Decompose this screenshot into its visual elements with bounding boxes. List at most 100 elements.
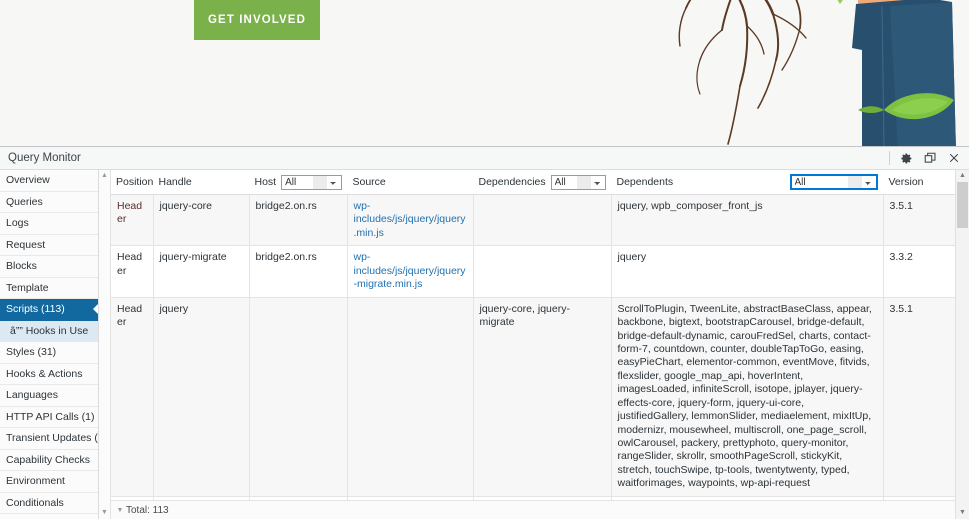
cell-version: 3.5.1 [883, 297, 955, 497]
column-header-position[interactable]: Position [111, 170, 154, 195]
panel-titlebar: Query Monitor [0, 147, 969, 170]
cell-dependents: jquery, wpb_composer_front_js [611, 194, 884, 247]
sidebar-item-conditionals[interactable]: Conditionals [0, 493, 98, 514]
cell-handle: jquery [153, 297, 250, 497]
dependents-filter-select[interactable]: All [789, 174, 878, 190]
column-header-dependents[interactable]: Dependents All [611, 170, 884, 195]
sidebar-item-scripts[interactable]: Scripts (113) [0, 299, 98, 321]
vertical-scrollbar[interactable]: ▲ ▼ [955, 170, 969, 519]
cell-dependents: ScrollToPlugin, TweenLite, abstractBaseC… [611, 297, 884, 497]
cell-version: 3.5.1 [883, 194, 955, 247]
sidebar-item-transient-updates[interactable]: Transient Updates (1) [0, 428, 98, 450]
scrollbar-thumb[interactable] [957, 182, 968, 228]
cell-host [249, 297, 348, 497]
sidebar-item-label: Hooks & Actions [6, 367, 83, 380]
scroll-down-icon[interactable]: ▼ [101, 509, 108, 517]
popout-icon[interactable] [919, 148, 941, 168]
cell-position: Header [111, 496, 154, 500]
sidebar-item-languages[interactable]: Languages [0, 385, 98, 407]
sidebar-item-label: Conditionals [6, 496, 64, 509]
column-label: Dependents [616, 176, 674, 188]
cell-handle: jquery-migrate [153, 245, 250, 298]
total-count-label: Total: 113 [126, 504, 169, 516]
cell-handle: query-monitor [153, 496, 250, 500]
table-row[interactable]: Header jquery-core bridge2.on.rs wp-incl… [111, 194, 955, 247]
column-header-source[interactable]: Source [347, 170, 474, 195]
table-scroll-area: Position Handle Host All Source Dependen… [111, 170, 955, 500]
column-header-host[interactable]: Host All [249, 170, 348, 195]
query-monitor-panel: Query Monitor Overview Queries Logs Requ… [0, 146, 969, 519]
sidebar-item-http-api-calls[interactable]: HTTP API Calls (1) [0, 407, 98, 428]
sidebar-item-logs[interactable]: Logs [0, 213, 98, 235]
cell-dependents [611, 496, 884, 500]
cell-host: bridge2.on.rs [249, 496, 348, 500]
column-header-handle[interactable]: Handle [153, 170, 250, 195]
cell-position: Header [111, 245, 154, 298]
source-link[interactable]: wp-includes/js/jquery/jquery-migrate.min… [354, 251, 466, 290]
sidebar-item-environment[interactable]: Environment [0, 471, 98, 493]
sidebar-item-overview[interactable]: Overview [0, 170, 98, 192]
cell-handle: jquery-core [153, 194, 250, 247]
cell-position: Header [111, 297, 154, 497]
sidebar-item-queries[interactable]: Queries [0, 192, 98, 213]
cell-dependencies [473, 245, 612, 298]
cell-version: 3.3.2 [883, 245, 955, 298]
scripts-table-pane: Position Handle Host All Source Dependen… [111, 170, 955, 519]
table-row[interactable]: Header query-monitor bridge2.on.rs wp-co… [111, 496, 955, 500]
table-row[interactable]: Header jquery-migrate bridge2.on.rs wp-i… [111, 245, 955, 298]
sidebar-item-request[interactable]: Request [0, 235, 98, 256]
left-scroll-rail[interactable]: ▲ ▼ [99, 170, 111, 519]
column-header-dependencies[interactable]: Dependencies All [473, 170, 612, 195]
scripts-table: Position Handle Host All Source Dependen… [111, 170, 955, 500]
table-header-row: Position Handle Host All Source Dependen… [111, 170, 955, 195]
close-icon[interactable] [943, 148, 965, 168]
sidebar-item-label: Transient Updates (1) [6, 432, 99, 444]
panel-title: Query Monitor [8, 152, 81, 164]
cell-source: wp-includes/js/jquery/jquery-migrate.min… [347, 245, 474, 298]
sidebar-item-hooks-in-use[interactable]: â”” Hooks in Use [0, 320, 98, 342]
panel-sidebar: Overview Queries Logs Request Blocks Tem… [0, 170, 99, 519]
dependencies-filter-select[interactable]: All [550, 174, 606, 190]
settings-icon[interactable] [895, 148, 917, 168]
status-collapse-icon[interactable]: ▼ [114, 507, 126, 514]
source-link[interactable]: wp-includes/js/jquery/jquery.min.js [354, 200, 466, 239]
website-background: GET INVOLVED [0, 0, 969, 146]
panel-toolbar [886, 147, 965, 169]
column-label: Host [254, 176, 277, 188]
get-involved-button[interactable]: GET INVOLVED [194, 0, 320, 40]
scroll-up-icon[interactable]: ▲ [101, 172, 108, 180]
cell-dependents: jquery [611, 245, 884, 298]
scroll-up-icon[interactable]: ▲ [959, 170, 966, 182]
column-label: Source [352, 176, 386, 188]
plant-roots-illustration [678, 0, 956, 146]
screen: GET INVOLVED Query Monitor Overview Quer… [0, 0, 969, 519]
sidebar-item-label: Request [6, 238, 46, 251]
table-body: Header jquery-core bridge2.on.rs wp-incl… [111, 194, 955, 500]
sidebar-item-hooks-and-actions[interactable]: Hooks & Actions [0, 364, 98, 385]
sidebar-item-blocks[interactable]: Blocks [0, 256, 98, 278]
status-bar: ▼ Total: 113 [111, 500, 955, 519]
column-label: Version [888, 176, 924, 188]
cell-dependencies: jquery [473, 496, 612, 500]
cell-dependencies [473, 194, 612, 247]
cell-position: Header [111, 194, 154, 247]
sidebar-item-label: Blocks [6, 260, 37, 272]
sidebar-item-label: Scripts (113) [6, 303, 65, 315]
host-filter-select[interactable]: All [281, 174, 342, 190]
table-row[interactable]: Header jquery jquery-core, jquery-migrat… [111, 297, 955, 497]
sidebar-item-label: â”” Hooks in Use [10, 324, 89, 337]
sidebar-item-label: Environment [6, 475, 65, 487]
sidebar-item-template[interactable]: Template [0, 278, 98, 299]
sidebar-item-capability-checks[interactable]: Capability Checks [0, 450, 98, 471]
column-label: Handle [158, 176, 192, 188]
scroll-down-icon[interactable]: ▼ [959, 507, 966, 519]
sidebar-item-styles[interactable]: Styles (31) [0, 342, 98, 364]
sidebar-item-label: HTTP API Calls (1) [6, 410, 95, 423]
cell-source: wp-includes/js/jquery/jquery.min.js [347, 194, 474, 247]
sidebar-item-label: Styles (31) [6, 346, 57, 358]
cell-source [347, 297, 474, 497]
cell-host: bridge2.on.rs [249, 245, 348, 298]
column-header-version[interactable]: Version [883, 170, 955, 195]
sidebar-item-label: Overview [6, 174, 50, 186]
cell-host: bridge2.on.rs [249, 194, 348, 247]
